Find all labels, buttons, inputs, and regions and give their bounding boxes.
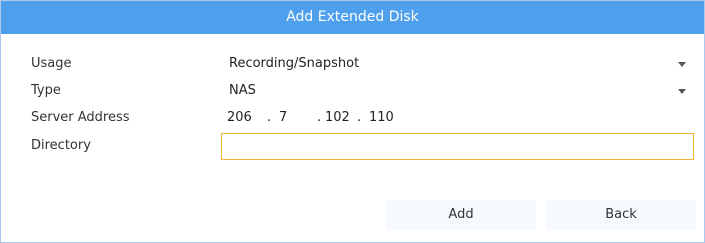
ip-octet-3[interactable]: 102 — [325, 106, 350, 130]
usage-select[interactable]: Recording/Snapshot — [221, 52, 694, 76]
type-label: Type — [31, 83, 61, 98]
back-button[interactable]: Back — [546, 200, 696, 230]
ip-dot: . — [317, 110, 322, 125]
add-extended-disk-dialog: Add Extended Disk Usage Recording/Snapsh… — [0, 0, 705, 243]
server-address-ip-field[interactable]: 206 . 7 . 102 . 110 — [221, 106, 694, 130]
dialog-title: Add Extended Disk — [1, 1, 704, 34]
add-button[interactable]: Add — [386, 200, 536, 230]
directory-label: Directory — [31, 138, 91, 153]
type-select-value: NAS — [229, 83, 256, 98]
ip-dot: . — [267, 110, 272, 125]
ip-octet-2[interactable]: 7 — [279, 106, 287, 130]
usage-select-value: Recording/Snapshot — [229, 56, 360, 71]
chevron-down-icon — [678, 89, 686, 94]
usage-label: Usage — [31, 56, 72, 71]
directory-input[interactable] — [221, 133, 694, 160]
ip-octet-1[interactable]: 206 — [227, 106, 252, 130]
ip-dot: . — [357, 110, 362, 125]
ip-octet-4[interactable]: 110 — [369, 106, 394, 130]
chevron-down-icon — [678, 62, 686, 67]
type-select[interactable]: NAS — [221, 79, 694, 103]
server-address-label: Server Address — [31, 110, 130, 125]
